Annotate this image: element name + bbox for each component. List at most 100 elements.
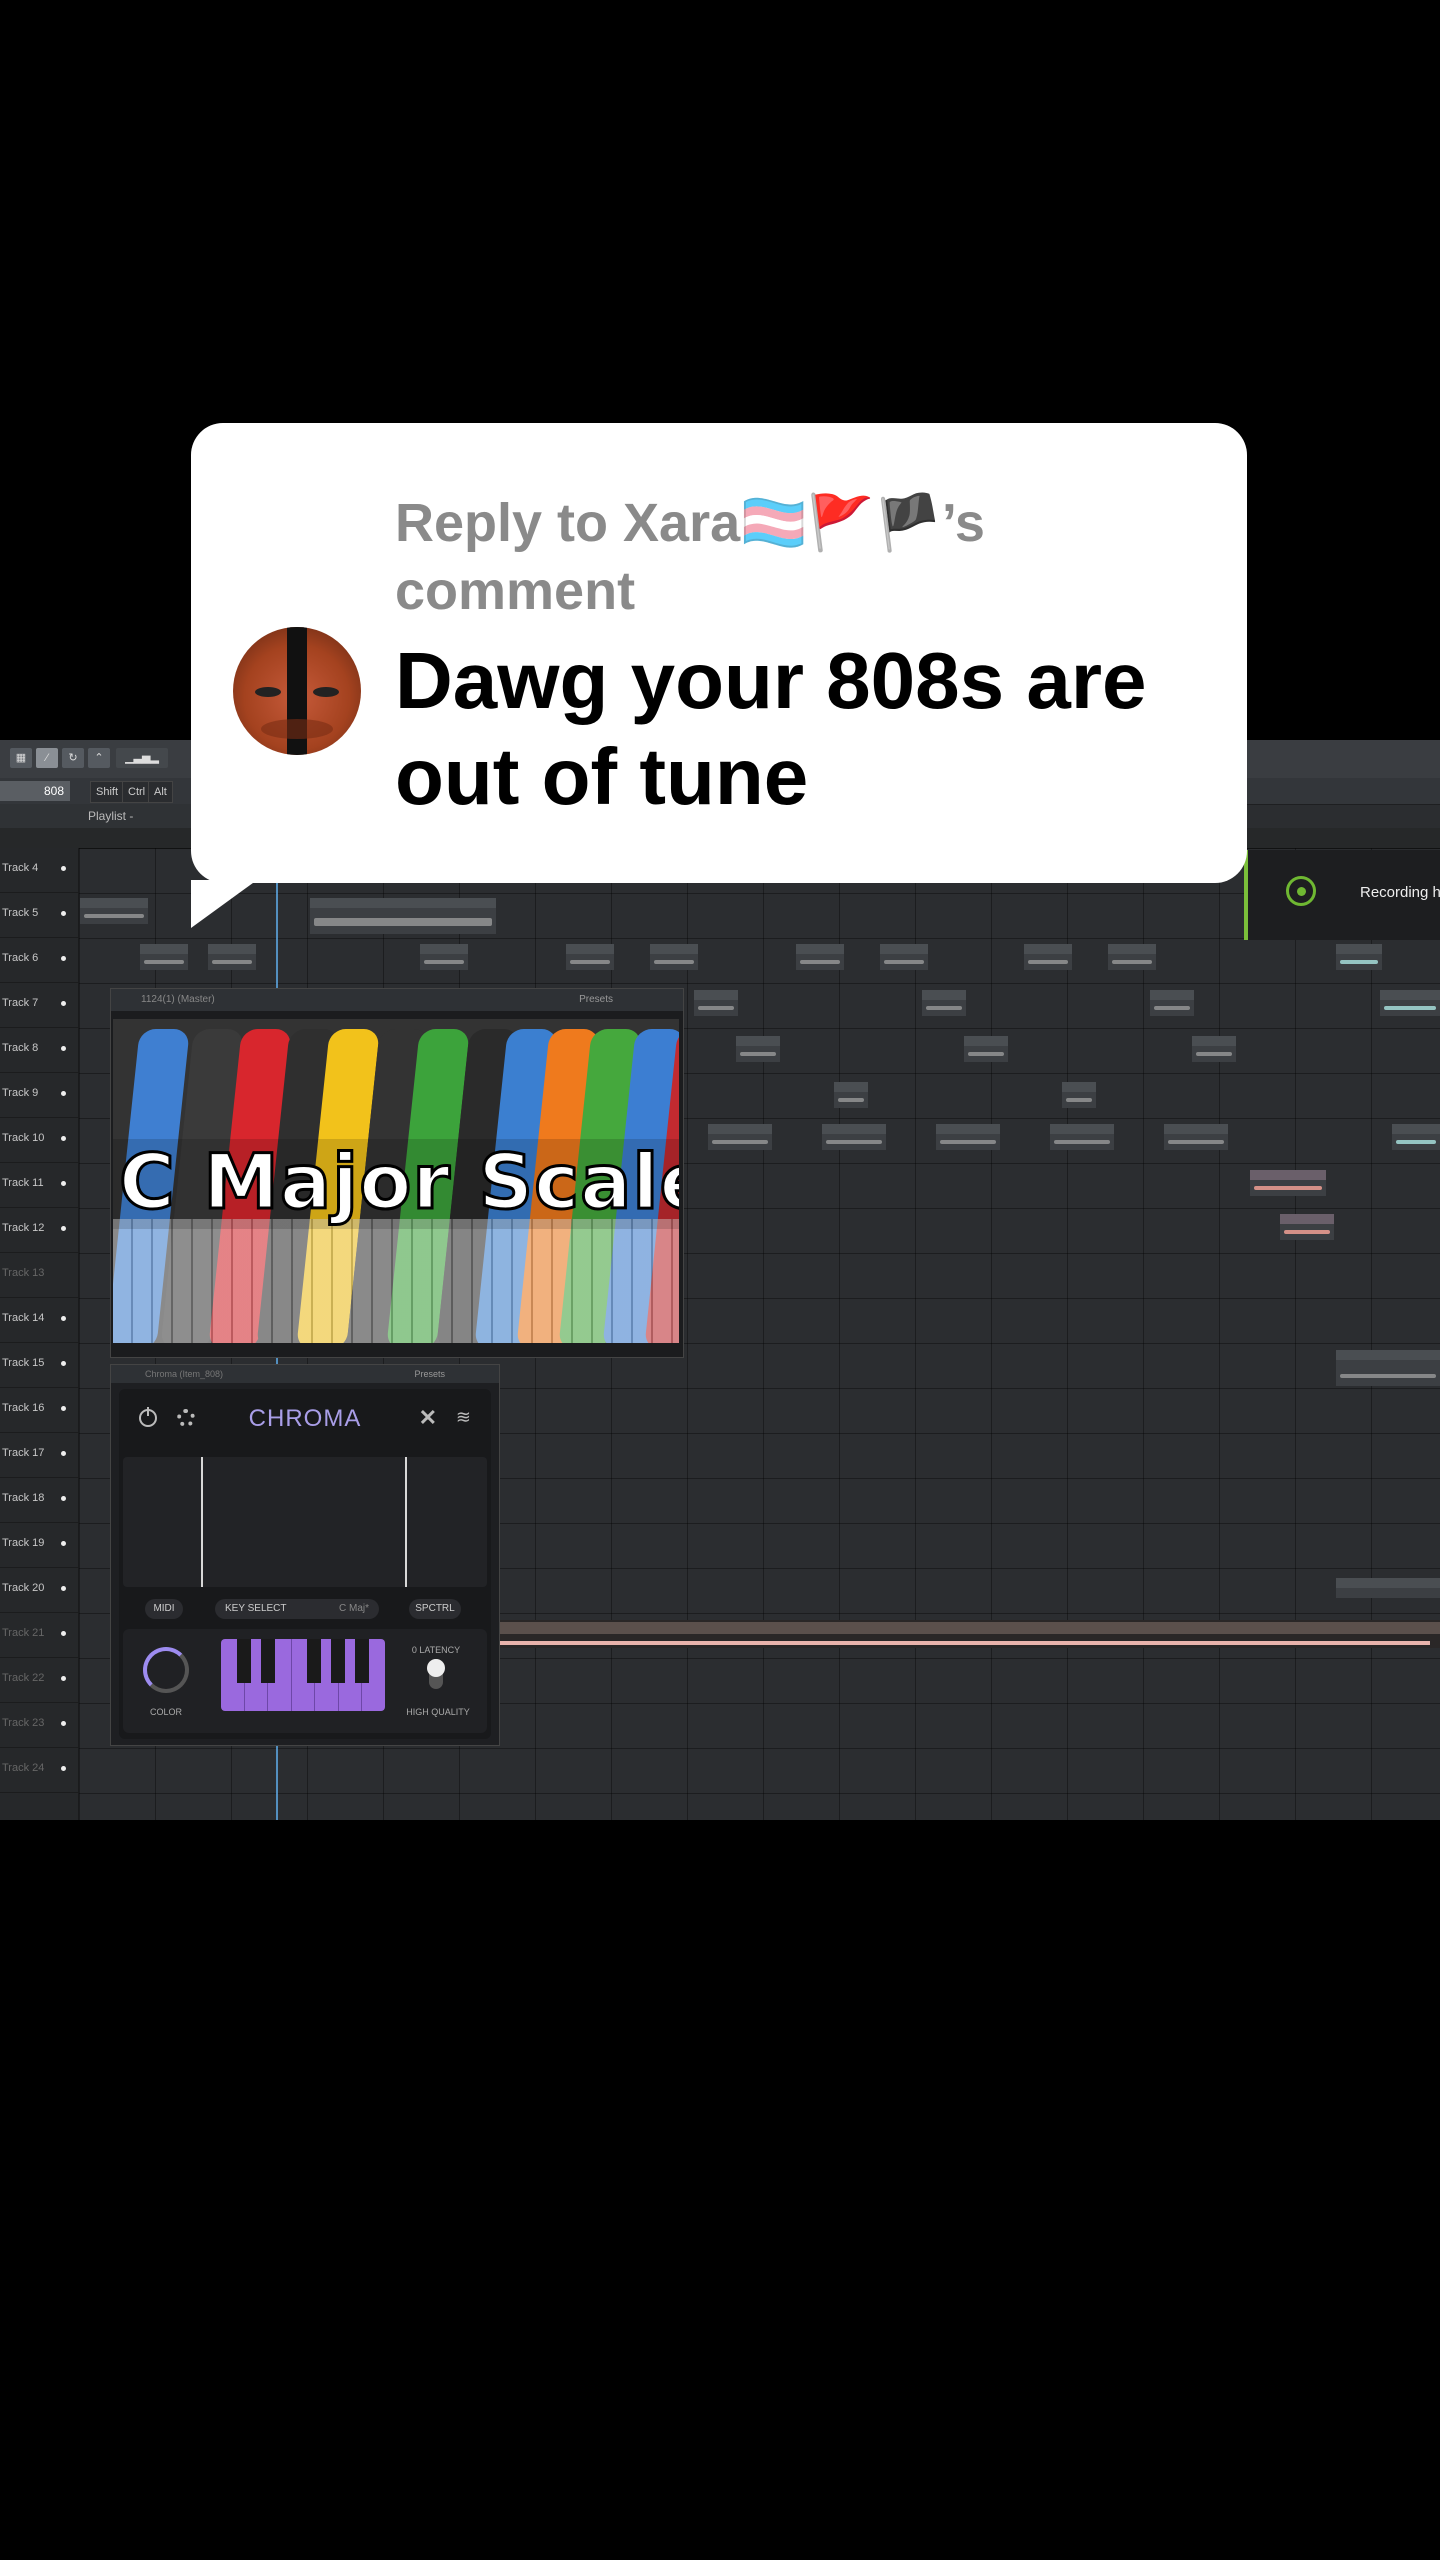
track-label[interactable]: Track 6 — [0, 938, 78, 983]
range-marker[interactable] — [405, 1457, 407, 1587]
audio-clip[interactable] — [310, 898, 496, 934]
audio-clip[interactable] — [694, 990, 738, 1016]
key-select-dropdown[interactable]: KEY SELECT C Maj* — [215, 1599, 379, 1619]
randomize-icon[interactable]: ✕ — [419, 1405, 437, 1431]
audio-clip[interactable] — [880, 944, 928, 970]
midi-button[interactable]: MIDI — [145, 1599, 183, 1619]
track-dot-icon[interactable] — [61, 1676, 66, 1681]
track-dot-icon[interactable] — [61, 1721, 66, 1726]
track-dot-icon[interactable] — [61, 1226, 66, 1231]
track-dot-icon[interactable] — [61, 1496, 66, 1501]
track-dot-icon[interactable] — [61, 1451, 66, 1456]
envelope-icon[interactable]: ⌃ — [88, 748, 110, 768]
ctrl-key[interactable]: Ctrl — [122, 781, 152, 803]
audio-clip[interactable] — [796, 944, 844, 970]
audio-clip[interactable] — [80, 898, 148, 924]
audio-clip[interactable] — [964, 1036, 1008, 1062]
layers-icon[interactable]: ≋ — [456, 1407, 471, 1428]
snap-icon[interactable]: ⁄ — [36, 748, 58, 768]
audio-clip[interactable] — [1250, 1170, 1326, 1196]
track-dot-icon[interactable] — [61, 1181, 66, 1186]
audio-clip[interactable] — [922, 990, 966, 1016]
audio-clip[interactable] — [208, 944, 256, 970]
track-label[interactable]: Track 18 — [0, 1478, 78, 1523]
track-dot-icon[interactable] — [61, 1631, 66, 1636]
black-key[interactable] — [261, 1639, 275, 1683]
track-label[interactable]: Track 16 — [0, 1388, 78, 1433]
audio-clip[interactable] — [566, 944, 614, 970]
spctrl-button[interactable]: SPCTRL — [409, 1599, 461, 1619]
track-label[interactable]: Track 7 — [0, 983, 78, 1028]
alt-key[interactable]: Alt — [148, 781, 173, 803]
gear-icon[interactable] — [177, 1409, 195, 1427]
track-dot-icon[interactable] — [61, 1046, 66, 1051]
track-dot-icon[interactable] — [61, 866, 66, 871]
track-label[interactable]: Track 21 — [0, 1613, 78, 1658]
track-dot-icon[interactable] — [61, 1316, 66, 1321]
presets-label[interactable]: Presets — [414, 1365, 445, 1383]
audio-clip[interactable] — [1164, 1124, 1228, 1150]
audio-clip[interactable] — [1024, 944, 1072, 970]
track-dot-icon[interactable] — [61, 1541, 66, 1546]
audio-clip[interactable] — [708, 1124, 772, 1150]
audio-clip[interactable] — [736, 1036, 780, 1062]
track-label[interactable]: Track 13 — [0, 1253, 78, 1298]
black-key[interactable] — [355, 1639, 369, 1683]
track-dot-icon[interactable] — [61, 1001, 66, 1006]
track-label[interactable]: Track 23 — [0, 1703, 78, 1748]
track-label[interactable]: Track 10 — [0, 1118, 78, 1163]
audio-clip[interactable] — [140, 944, 188, 970]
track-label[interactable]: Track 11 — [0, 1163, 78, 1208]
audio-clip[interactable] — [1108, 944, 1156, 970]
track-label[interactable]: Track 19 — [0, 1523, 78, 1568]
pattern-name[interactable]: 808 — [0, 781, 70, 801]
color-knob[interactable] — [143, 1647, 189, 1693]
audio-clip[interactable] — [420, 944, 468, 970]
chroma-plugin-window[interactable]: Chroma (Item_808) Presets CHROMA ✕ ≋ MID… — [110, 1364, 500, 1746]
loop-icon[interactable]: ↻ — [62, 748, 84, 768]
track-dot-icon[interactable] — [61, 1766, 66, 1771]
audio-clip[interactable] — [1050, 1124, 1114, 1150]
audio-clip[interactable] — [1150, 990, 1194, 1016]
black-key[interactable] — [331, 1639, 345, 1683]
chroma-titlebar[interactable]: Chroma (Item_808) Presets — [111, 1365, 499, 1383]
track-label[interactable]: Track 22 — [0, 1658, 78, 1703]
audio-clip[interactable] — [822, 1124, 886, 1150]
video-window-titlebar[interactable]: 1124(1) (Master) Presets — [111, 989, 683, 1011]
audio-clip[interactable] — [1280, 1214, 1334, 1240]
track-dot-icon[interactable] — [61, 1091, 66, 1096]
range-marker[interactable] — [201, 1457, 203, 1587]
presets-label[interactable]: Presets — [579, 989, 613, 1011]
audio-clip[interactable] — [1062, 1082, 1096, 1108]
audio-clip[interactable] — [650, 944, 698, 970]
video-player-window[interactable]: 1124(1) (Master) Presets C Major Scale — [110, 988, 684, 1358]
audio-clip[interactable] — [1192, 1036, 1236, 1062]
audio-clip[interactable] — [1380, 990, 1440, 1016]
track-label[interactable]: Track 8 — [0, 1028, 78, 1073]
track-dot-icon[interactable] — [61, 1586, 66, 1591]
track-label[interactable]: Track 17 — [0, 1433, 78, 1478]
power-icon[interactable] — [139, 1407, 157, 1427]
audio-clip[interactable] — [936, 1124, 1000, 1150]
quality-toggle[interactable] — [427, 1659, 445, 1689]
track-dot-icon[interactable] — [61, 911, 66, 916]
track-dot-icon[interactable] — [61, 1361, 66, 1366]
track-label[interactable]: Track 9 — [0, 1073, 78, 1118]
track-label[interactable]: Track 4 — [0, 848, 78, 893]
black-key[interactable] — [307, 1639, 321, 1683]
spectrum-display[interactable] — [123, 1457, 487, 1587]
shift-key[interactable]: Shift — [90, 781, 125, 803]
audio-clip[interactable] — [1336, 1350, 1440, 1386]
track-label[interactable]: Track 12 — [0, 1208, 78, 1253]
audio-clip[interactable] — [1392, 1124, 1440, 1150]
audio-clip[interactable] — [1336, 944, 1382, 970]
track-label[interactable]: Track 24 — [0, 1748, 78, 1793]
track-label[interactable]: Track 5 — [0, 893, 78, 938]
audio-clip[interactable] — [834, 1082, 868, 1108]
track-dot-icon[interactable] — [61, 956, 66, 961]
piano-roll-icon[interactable]: ▦ — [10, 748, 32, 768]
track-label[interactable]: Track 15 — [0, 1343, 78, 1388]
track-dot-icon[interactable] — [61, 1406, 66, 1411]
track-label[interactable]: Track 20 — [0, 1568, 78, 1613]
scale-keyboard[interactable] — [221, 1639, 385, 1711]
